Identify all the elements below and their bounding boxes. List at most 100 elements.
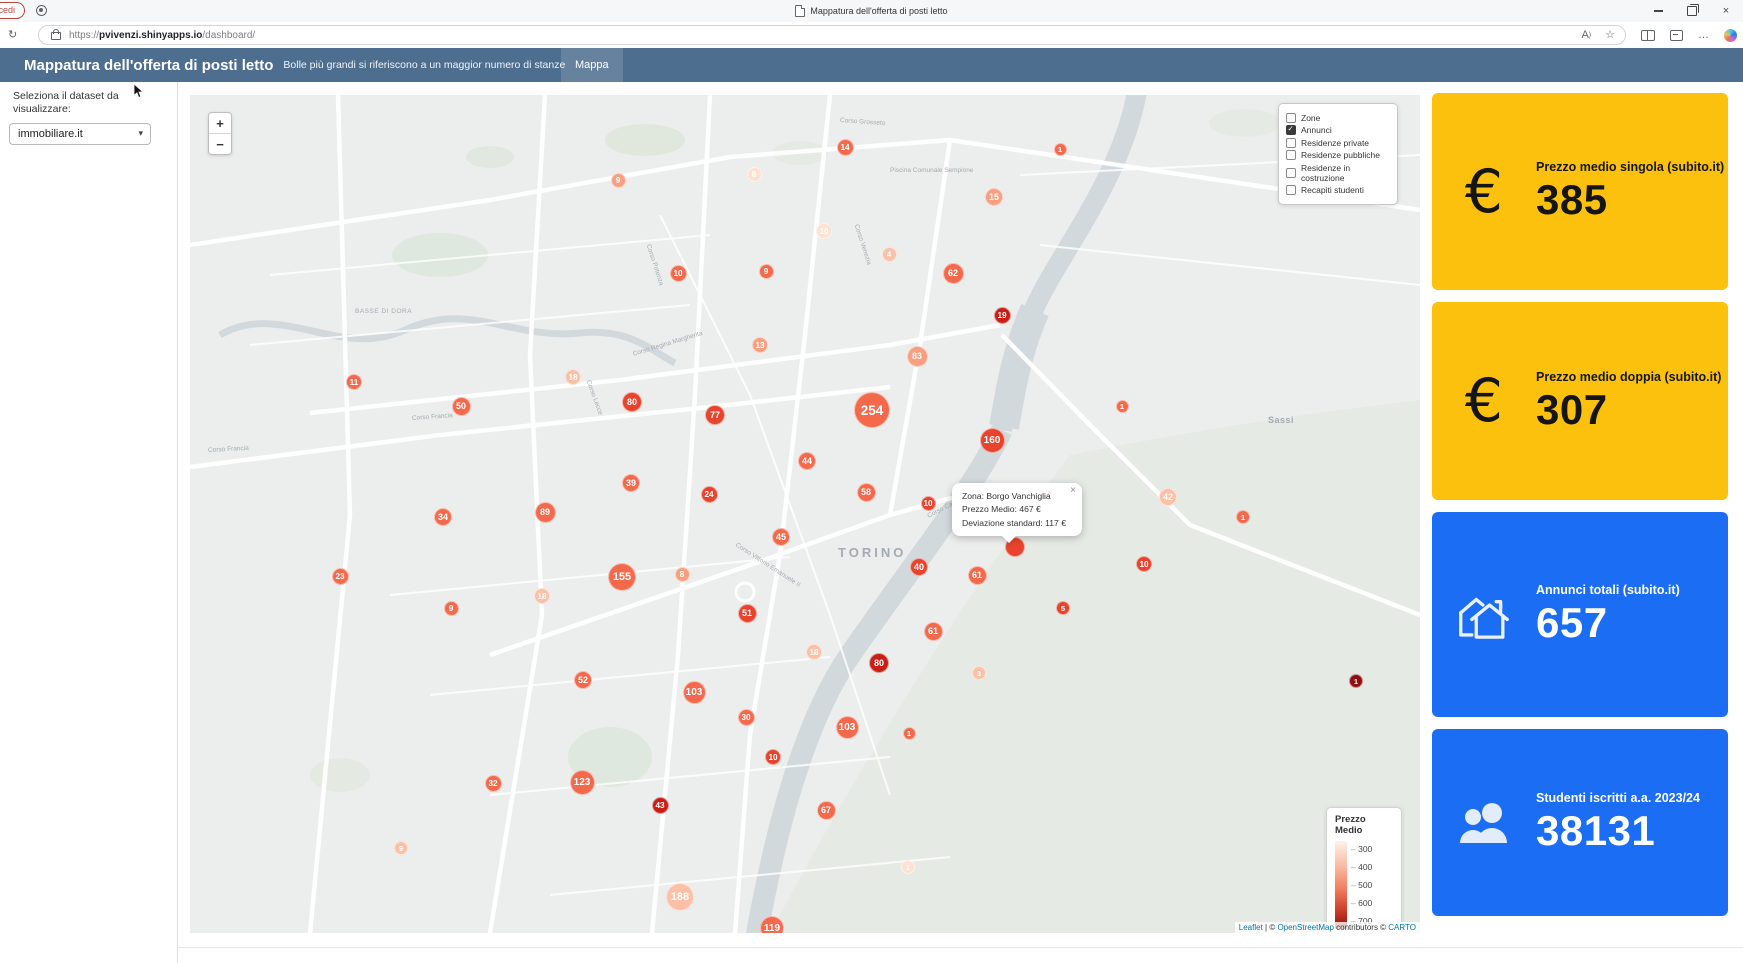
layer-item-residenze-in-costruzione[interactable]: Residenze in costruzione xyxy=(1286,163,1390,183)
map-bubble[interactable]: 9 xyxy=(759,264,774,279)
map-bubble[interactable]: 15 xyxy=(985,188,1003,206)
map-bubble[interactable]: 67 xyxy=(817,801,836,820)
unchecked-checkbox-icon[interactable] xyxy=(1286,113,1296,123)
map-bubble[interactable]: 61 xyxy=(924,622,943,641)
favorites-icon[interactable]: ☆ xyxy=(1605,30,1615,41)
map-bubble[interactable]: 10 xyxy=(816,223,832,239)
value-box-title: Prezzo medio singola (subito.it) xyxy=(1536,160,1724,174)
map-bubble[interactable]: 18 xyxy=(806,644,822,660)
layer-label: Zone xyxy=(1301,113,1320,123)
map-bubble[interactable]: 80 xyxy=(622,392,642,412)
map-bubble[interactable]: 3 xyxy=(972,666,986,680)
map-bubble[interactable]: 50 xyxy=(452,397,471,416)
map-bubble[interactable]: 80 xyxy=(869,653,889,673)
zoom-in-button[interactable]: + xyxy=(209,113,231,134)
refresh-icon[interactable]: ↻ xyxy=(8,30,17,41)
close-button[interactable]: × xyxy=(1709,0,1743,22)
map-bubble[interactable]: 40 xyxy=(910,558,928,576)
layer-item-residenze-private[interactable]: Residenze private xyxy=(1286,138,1390,148)
map-bubble[interactable]: 9 xyxy=(444,601,459,616)
checked-checkbox-icon[interactable] xyxy=(1286,125,1296,135)
layer-item-residenze-pubbliche[interactable]: Residenze pubbliche xyxy=(1286,150,1390,160)
layer-item-recapiti-studenti[interactable]: Recapiti studenti xyxy=(1286,185,1390,195)
map-bubble[interactable]: 8 xyxy=(675,567,690,582)
map-bubble[interactable]: 39 xyxy=(622,474,640,492)
map-bubble[interactable]: 123 xyxy=(570,770,595,795)
map-bubble[interactable]: 18 xyxy=(565,369,581,385)
copilot-icon[interactable] xyxy=(1724,29,1737,42)
map-bubble[interactable]: 14 xyxy=(837,139,854,156)
map-bubble[interactable]: 83 xyxy=(907,346,928,367)
map-bubble[interactable]: 58 xyxy=(857,483,876,502)
euro-icon: € xyxy=(1432,157,1536,227)
read-aloud-icon[interactable]: A) xyxy=(1581,30,1591,41)
map-bubble[interactable]: 52 xyxy=(574,671,592,689)
map-canvas[interactable]: TORINOSassiBASSE DI DORAPiscina Comunale… xyxy=(190,95,1420,933)
map-bubble[interactable]: 61 xyxy=(968,566,987,585)
map-bubble[interactable]: 10 xyxy=(670,265,687,282)
map-bubble[interactable]: 9 xyxy=(611,173,626,188)
map-bubble[interactable]: 10 xyxy=(765,749,781,765)
map-bubble[interactable]: 13 xyxy=(752,337,768,353)
map-bubble[interactable]: 1 xyxy=(1236,510,1250,524)
attribution-link[interactable]: OpenStreetMap xyxy=(1277,923,1333,932)
unchecked-checkbox-icon[interactable] xyxy=(1286,150,1296,160)
map-bubble[interactable]: 62 xyxy=(943,263,964,284)
unchecked-checkbox-icon[interactable] xyxy=(1286,138,1296,148)
map-bubble[interactable]: 11 xyxy=(346,374,362,390)
more-icon[interactable]: … xyxy=(1698,30,1709,41)
browser-toolbar: ↻ https://pvivenzi.shinyapps.io/dashboar… xyxy=(0,22,1743,49)
map-bubble[interactable]: 23 xyxy=(332,568,349,585)
zoom-out-button[interactable]: − xyxy=(209,134,231,154)
unchecked-checkbox-icon[interactable] xyxy=(1286,185,1296,195)
map-bubble[interactable]: 5 xyxy=(1056,601,1070,615)
map-bubble[interactable]: 24 xyxy=(701,486,718,503)
euro-icon: € xyxy=(1432,366,1536,436)
map-bubble[interactable]: 4 xyxy=(882,247,897,262)
map-bubble[interactable]: 155 xyxy=(608,563,636,591)
map-bubble[interactable]: 1 xyxy=(903,727,916,740)
map-bubble[interactable]: 8 xyxy=(747,167,762,182)
unchecked-checkbox-icon[interactable] xyxy=(1286,168,1296,178)
browser-active-tab[interactable]: Mappatura dell'offerta di posti letto xyxy=(0,0,1743,22)
attribution-link[interactable]: CARTO xyxy=(1388,923,1416,932)
dataset-select[interactable]: immobiliare.it xyxy=(9,123,151,145)
map-bubble[interactable]: 44 xyxy=(798,452,816,470)
map-bubble[interactable]: 188 xyxy=(666,883,694,911)
map-bubble[interactable]: 10 xyxy=(1136,556,1152,572)
map-bubble[interactable]: 19 xyxy=(994,307,1011,324)
split-screen-icon[interactable] xyxy=(1641,30,1655,41)
map-bubble[interactable]: 18 xyxy=(534,588,550,604)
tab-mappa[interactable]: Mappa xyxy=(561,48,623,82)
map-bubble[interactable]: 45 xyxy=(772,528,790,546)
map-bubble[interactable]: 42 xyxy=(1159,488,1177,506)
map-bubble[interactable]: 30 xyxy=(738,709,755,726)
map-bubble[interactable]: 77 xyxy=(705,405,725,425)
map-bubble[interactable]: 43 xyxy=(652,797,669,814)
popup-line: Prezzo Medio: 467 € xyxy=(962,503,1072,516)
address-bar[interactable]: https://pvivenzi.shinyapps.io/dashboard/… xyxy=(38,25,1626,45)
attribution-link[interactable]: Leaflet xyxy=(1239,923,1263,932)
map-bubble[interactable]: 119 xyxy=(760,916,784,933)
layer-item-zone[interactable]: Zone xyxy=(1286,113,1390,123)
map-bubble[interactable]: 254 xyxy=(854,392,890,428)
map-bubble[interactable]: 32 xyxy=(485,775,502,792)
map-bubble[interactable]: 1 xyxy=(901,860,915,874)
map-bubble[interactable]: 103 xyxy=(683,681,706,704)
map-bubble[interactable]: 1 xyxy=(1116,400,1129,413)
map-bubble[interactable]: 1 xyxy=(1054,143,1067,156)
mouse-cursor xyxy=(133,84,145,99)
map-bubble[interactable]: 9 xyxy=(394,841,408,855)
map-bubble[interactable]: 160 xyxy=(980,428,1005,453)
map-bubble[interactable]: 51 xyxy=(738,604,757,623)
essentials-icon[interactable] xyxy=(1670,30,1683,41)
map-bubble[interactable]: 1 xyxy=(1349,674,1363,688)
map-bubble[interactable]: 34 xyxy=(434,508,452,526)
map-bubble[interactable]: 89 xyxy=(535,502,556,523)
popup-close-icon[interactable]: × xyxy=(1070,485,1076,496)
minimize-button[interactable] xyxy=(1641,0,1675,22)
layer-item-annunci[interactable]: Annunci xyxy=(1286,125,1390,135)
map-bubble[interactable]: 103 xyxy=(836,716,859,739)
restore-button[interactable] xyxy=(1675,0,1709,22)
map-bubble[interactable]: 10 xyxy=(921,496,936,511)
